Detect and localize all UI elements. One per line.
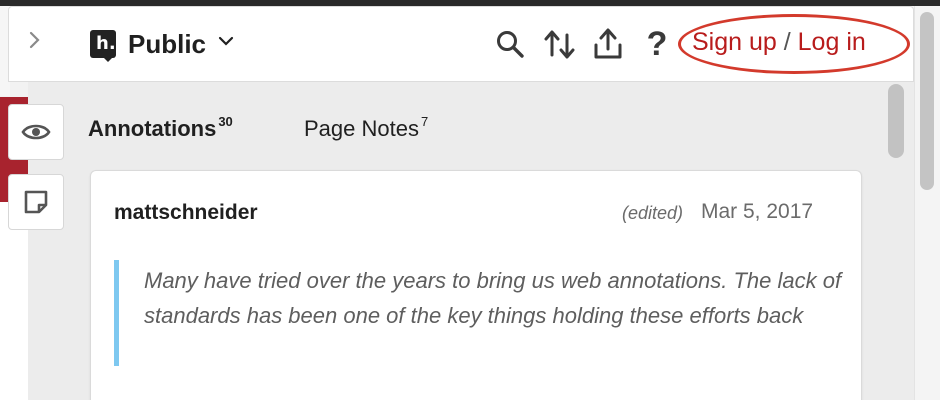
annotation-quote: Many have tried over the years to bring … xyxy=(144,268,842,328)
sort-icon[interactable] xyxy=(540,24,580,64)
tab-annotations-label: Annotations xyxy=(88,116,217,141)
toggle-highlights-button[interactable] xyxy=(8,104,64,160)
annotation-edited-label: (edited) xyxy=(622,203,684,223)
login-link-text[interactable]: Log in xyxy=(798,28,866,56)
quote-bar xyxy=(114,260,119,366)
search-icon[interactable] xyxy=(492,24,528,64)
note-icon xyxy=(24,190,48,214)
login-link[interactable]: Sign up / Log in xyxy=(692,28,866,57)
hypothesis-logo-notch xyxy=(102,56,114,62)
eye-icon xyxy=(21,124,51,140)
host-page-content-edge xyxy=(0,202,28,400)
chevron-down-icon[interactable] xyxy=(218,34,234,52)
login-separator: / xyxy=(783,28,791,56)
tab-annotations-count: 30 xyxy=(218,114,233,129)
annotation-date[interactable]: Mar 5, 2017 xyxy=(701,200,813,224)
annotation-username[interactable]: mattschneider xyxy=(114,201,258,225)
share-icon[interactable] xyxy=(590,24,626,64)
hypothesis-logo-letter: h. xyxy=(96,33,116,54)
new-page-note-button[interactable] xyxy=(8,174,64,230)
signup-link[interactable]: Sign up xyxy=(692,28,777,56)
sidebar-scrollbar-thumb[interactable] xyxy=(888,84,904,158)
group-selector-label[interactable]: Public xyxy=(128,29,206,60)
help-icon[interactable]: ? xyxy=(642,24,672,64)
tab-page-notes[interactable]: Page Notes 7 xyxy=(304,114,428,142)
window-scrollbar-thumb[interactable] xyxy=(920,12,934,190)
tab-page-notes-label: Page Notes xyxy=(304,116,419,141)
tab-annotations[interactable]: Annotations 30 xyxy=(88,114,233,142)
chevron-right-icon[interactable] xyxy=(22,28,46,52)
tab-page-notes-count: 7 xyxy=(420,114,429,129)
